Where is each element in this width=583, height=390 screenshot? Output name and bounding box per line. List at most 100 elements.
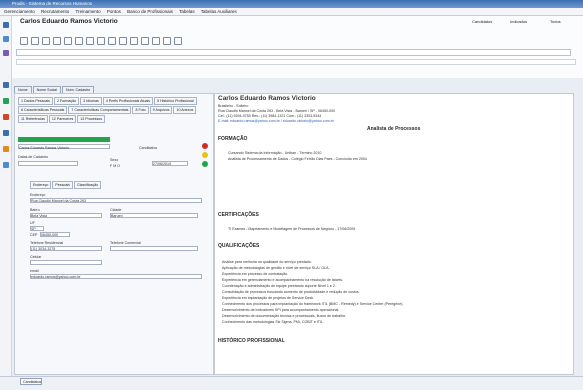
list-item: Analista de Processamento de Dados - Col… bbox=[228, 157, 367, 161]
help-icon[interactable] bbox=[174, 37, 182, 45]
next-icon[interactable] bbox=[108, 37, 116, 45]
section-tabs: 1 Dados Pessoais 2 Formação 3 Idiomas 4 … bbox=[18, 97, 212, 124]
menu-item[interactable]: Treinamento bbox=[75, 9, 100, 14]
menu-item[interactable]: Pontos bbox=[107, 9, 121, 14]
check-icon[interactable] bbox=[42, 37, 50, 45]
toolbar bbox=[20, 36, 185, 46]
tab-referencias[interactable]: 11 Referências bbox=[18, 115, 48, 123]
tab-endereco[interactable]: Endereço bbox=[30, 181, 52, 189]
tab-pareceres[interactable]: 12 Pareceres bbox=[48, 115, 77, 123]
celular-field[interactable] bbox=[30, 260, 102, 265]
list-item: Análise para melhoria na qualidade do se… bbox=[222, 260, 312, 264]
prev-icon[interactable] bbox=[97, 37, 105, 45]
folder-icon[interactable] bbox=[3, 82, 9, 88]
tel-field[interactable]: (11) 3034-3275 bbox=[30, 246, 102, 251]
cancel-icon[interactable] bbox=[75, 37, 83, 45]
date-field[interactable] bbox=[18, 161, 78, 166]
list-item: Experiência em gerenciamento e acompanha… bbox=[222, 278, 344, 282]
resume-panel bbox=[214, 93, 574, 375]
people-icon[interactable] bbox=[3, 36, 9, 42]
toolbar-area bbox=[12, 16, 583, 78]
menu-bar: Gerenciamento Recrutamento Treinamento P… bbox=[0, 8, 583, 16]
resume-title: Analista de Processos bbox=[367, 126, 421, 132]
radio-candidatos[interactable]: Candidatos bbox=[472, 19, 492, 24]
list-item: Conhecimento das metodologias Six Sigma,… bbox=[222, 320, 325, 324]
delete-icon[interactable] bbox=[64, 37, 72, 45]
home-icon[interactable] bbox=[3, 22, 9, 28]
star-icon[interactable] bbox=[3, 146, 9, 152]
birth-date-field[interactable]: 27/06/2019 bbox=[152, 161, 188, 166]
uf-field[interactable]: SP bbox=[30, 226, 44, 231]
tab-caract-comport[interactable]: 7 Caracterísiticas Comportamentais bbox=[68, 106, 132, 114]
list-item: Conhecimento dos processos para implanta… bbox=[222, 302, 404, 306]
cep-label: CEP bbox=[30, 233, 38, 237]
filter-input[interactable] bbox=[16, 59, 576, 65]
email-field[interactable]: eduardo.ramos@yahoo.com.br bbox=[30, 274, 202, 279]
name-field[interactable]: Carlos Eduardo Ramos Victorio bbox=[18, 144, 110, 150]
celular-label: Celular bbox=[30, 255, 42, 259]
tab-processos[interactable]: 13 Processos bbox=[77, 115, 106, 123]
tab-arquivos[interactable]: 9 Arquivos bbox=[149, 106, 173, 114]
resume-name: Carlos Eduardo Ramos Victorio bbox=[218, 95, 316, 102]
tab-classificacao[interactable]: Classificação bbox=[73, 181, 102, 189]
sexo-options[interactable]: F M O bbox=[110, 164, 120, 168]
search-icon[interactable] bbox=[130, 37, 138, 45]
menu-item[interactable]: Tabelas Auxiliares bbox=[201, 9, 237, 14]
export-icon[interactable] bbox=[163, 37, 171, 45]
resume-line: Cel.: (11) 9394-9750 Res.: (11) 3984-132… bbox=[218, 114, 322, 118]
chart-icon[interactable] bbox=[3, 98, 9, 104]
resume-line: Rua Claudio Manoel da Costa 263 - Bela V… bbox=[218, 109, 336, 113]
settings-icon[interactable] bbox=[3, 162, 9, 168]
edit-icon[interactable] bbox=[31, 37, 39, 45]
radio-indicados[interactable]: Indicados bbox=[510, 19, 527, 24]
menu-item[interactable]: Recrutamento bbox=[41, 9, 69, 14]
save-icon[interactable] bbox=[53, 37, 61, 45]
list-item: Consolidação de processos buscando aumen… bbox=[222, 290, 360, 294]
candidatos-checkbox[interactable]: Candidatos bbox=[139, 146, 157, 150]
alert-icon[interactable] bbox=[3, 114, 9, 120]
cep-field[interactable]: 06450-000 bbox=[40, 232, 70, 237]
calendar-icon[interactable] bbox=[3, 50, 9, 56]
section-certificacoes: CERTIFICAÇÕES bbox=[218, 212, 259, 218]
list-item: Desenvolvimento de documentação técnica … bbox=[222, 314, 347, 318]
cidade-field[interactable]: Barueri bbox=[110, 213, 198, 218]
menu-item[interactable]: Banco de Profissionais bbox=[127, 9, 173, 14]
uf-label: UF bbox=[30, 221, 35, 225]
search-input[interactable] bbox=[16, 49, 571, 56]
resume-email[interactable]: E-mail: eduardo.ramos@yahoo.com.br / edu… bbox=[218, 119, 334, 123]
status-green-icon bbox=[202, 161, 208, 167]
document-icon[interactable] bbox=[3, 130, 9, 136]
address-field[interactable]: Rua Claudio Manoel da Costa 263 bbox=[30, 198, 202, 203]
tab-idiomas[interactable]: 3 Idiomas bbox=[80, 97, 102, 105]
tab-pessoais[interactable]: Pessoais bbox=[52, 181, 73, 189]
left-rail bbox=[0, 16, 12, 376]
tab-anexos[interactable]: 10 Anexos bbox=[173, 106, 197, 114]
mail-icon[interactable] bbox=[152, 37, 160, 45]
tab-perfis[interactable]: 4 Perfis Profissionais Atuais bbox=[102, 97, 154, 105]
menu-item[interactable]: Tabelas bbox=[179, 9, 195, 14]
radio-todos[interactable]: Todos bbox=[550, 19, 561, 24]
print-icon[interactable] bbox=[141, 37, 149, 45]
section-historico: HISTÓRICO PROFISSIONAL bbox=[218, 338, 285, 344]
tab-foto[interactable]: 8 Foto bbox=[132, 106, 149, 114]
last-icon[interactable] bbox=[119, 37, 127, 45]
section-qualificacoes: QUALIFICAÇÕES bbox=[218, 243, 260, 249]
tab-formacao[interactable]: 2 Formação bbox=[53, 97, 80, 105]
list-item: TI Exames - Mapeamento e Modelagem de Pr… bbox=[228, 227, 356, 231]
new-icon[interactable] bbox=[20, 37, 28, 45]
first-icon[interactable] bbox=[86, 37, 94, 45]
bairro-label: Bairro bbox=[30, 208, 40, 212]
menu-item[interactable]: Gerenciamento bbox=[4, 9, 35, 14]
status-bar bbox=[0, 376, 583, 390]
section-formacao: FORMAÇÃO bbox=[218, 136, 248, 142]
bairro-field[interactable]: Bela Vista bbox=[30, 213, 102, 218]
tab-historico[interactable]: 5 Histórico Profissional bbox=[154, 97, 197, 105]
tel2-field[interactable] bbox=[110, 246, 198, 251]
cidade-label: Cidade bbox=[110, 208, 122, 212]
candidatos-taskbar-button[interactable]: Candidatos bbox=[20, 378, 42, 385]
date-label: Datas de Cadastro bbox=[18, 155, 48, 159]
form-subtabs: Endereço Pessoais Classificação bbox=[30, 181, 102, 190]
status-red-icon bbox=[202, 143, 208, 149]
tab-dados-pessoais[interactable]: 1 Dados Pessoais bbox=[18, 97, 53, 105]
tab-caract-pessoais[interactable]: 6 Caracterísiticas Pessoais bbox=[18, 106, 68, 114]
